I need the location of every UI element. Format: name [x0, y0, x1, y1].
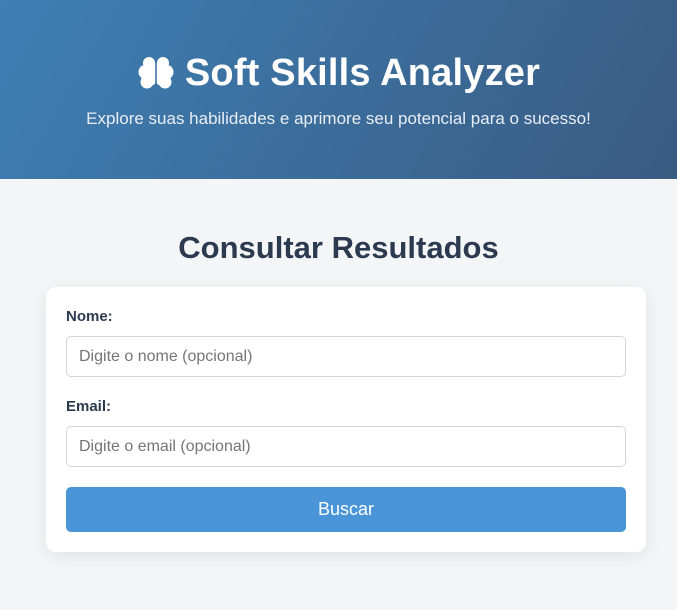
- app-title: Soft Skills Analyzer: [184, 52, 541, 94]
- main-content: Consultar Resultados Nome: Email: Buscar: [0, 179, 677, 610]
- name-input[interactable]: [66, 336, 626, 377]
- page-header: Soft Skills Analyzer Explore suas habili…: [0, 0, 677, 179]
- brain-icon: [137, 54, 175, 92]
- email-label: Email:: [66, 398, 112, 415]
- app-subtitle: Explore suas habilidades e aprimore seu …: [86, 109, 591, 128]
- search-button[interactable]: Buscar: [66, 487, 626, 532]
- title-row: Soft Skills Analyzer: [0, 50, 677, 96]
- search-form-card: Nome: Email: Buscar: [46, 287, 646, 552]
- email-input[interactable]: [66, 426, 626, 467]
- section-title: Consultar Resultados: [178, 230, 499, 265]
- name-label: Nome:: [66, 308, 113, 325]
